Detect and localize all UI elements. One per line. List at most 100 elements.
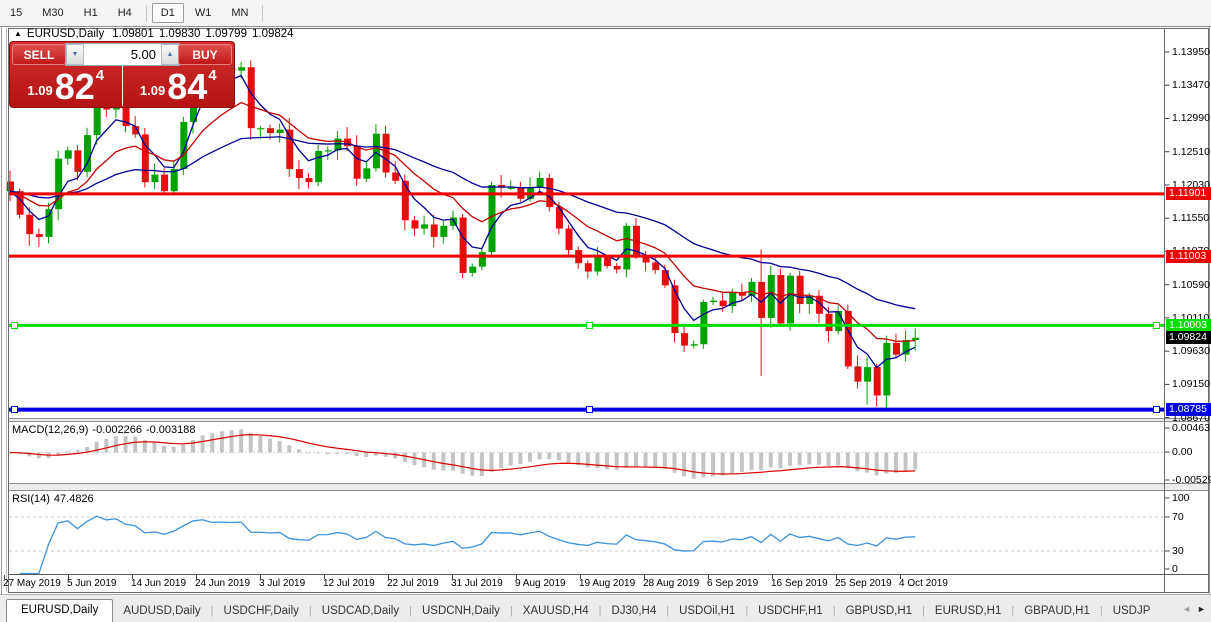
buy-price-pips: 4 (208, 67, 216, 84)
rsi-axis-label: 0 (1172, 563, 1178, 575)
chart-tab-eurusd-h1[interactable]: EURUSD,H1 (925, 600, 1011, 622)
chart-tab-dj30-h4[interactable]: DJ30,H4 (601, 600, 666, 622)
macd-indicator-label: MACD(12,26,9) -0.002266 -0.003188 (12, 424, 200, 436)
quote-close: 1.09824 (252, 28, 294, 40)
chart-tab-bar: EURUSD,DailyAUDUSD,Daily|USDCHF,Daily|US… (0, 594, 1211, 622)
price-axis-label: 1.09150 (1172, 378, 1210, 390)
date-axis-label: 19 Aug 2019 (579, 578, 635, 589)
chart-tab-audusd-daily[interactable]: AUDUSD,Daily (113, 600, 210, 622)
chart-tab-eurusd-daily[interactable]: EURUSD,Daily (6, 599, 113, 622)
rsi-indicator-label: RSI(14) 47.4826 (12, 493, 98, 505)
price-axis-label: 1.12510 (1172, 146, 1210, 158)
one-click-trading-panel: SELL ▼ 5.00 ▲ BUY 1.09824 1.09844 (9, 41, 235, 108)
date-axis-label: 9 Aug 2019 (515, 578, 566, 589)
timeframe-button-mn[interactable]: MN (222, 3, 257, 23)
current-price-tag: 1.09824 (1166, 331, 1211, 344)
buy-button[interactable]: BUY (178, 44, 232, 65)
date-axis-label: 6 Sep 2019 (707, 578, 758, 589)
macd-axis-label: -0.005299 (1172, 474, 1211, 486)
tab-scroll-left-icon[interactable]: ◄ (1182, 604, 1191, 614)
chart-tab-usdjp[interactable]: USDJP (1103, 600, 1161, 622)
date-axis-label: 12 Jul 2019 (323, 578, 375, 589)
chart-tab-usdcnh-daily[interactable]: USDCNH,Daily (412, 600, 510, 622)
toolbar-separator (262, 5, 263, 22)
rsi-axis-label: 70 (1172, 511, 1184, 523)
volume-increase-button[interactable]: ▲ (161, 44, 179, 65)
quote-low: 1.09799 (205, 28, 247, 40)
quote-high: 1.09830 (159, 28, 201, 40)
price-axis-label: 1.13470 (1172, 79, 1210, 91)
quote-open: 1.09801 (112, 28, 154, 40)
date-axis-label: 16 Sep 2019 (771, 578, 828, 589)
hline-handle[interactable] (1153, 406, 1160, 413)
rsi-title: RSI(14) (12, 493, 50, 505)
timeframe-button-m30[interactable]: M30 (33, 3, 72, 23)
chart-tab-usdchf-h1[interactable]: USDCHF,H1 (748, 600, 833, 622)
price-axis-label: 1.12990 (1172, 112, 1210, 124)
rsi-axis-label: 100 (1172, 492, 1190, 504)
chart-ohlc-header: ▲ EURUSD,Daily 1.09801 1.09830 1.09799 1.0982… (14, 28, 294, 40)
timeframe-button-h1[interactable]: H1 (75, 3, 107, 23)
timeframe-button-h4[interactable]: H4 (109, 3, 141, 23)
chart-symbol-period: EURUSD,Daily (27, 28, 104, 40)
price-line-tag[interactable]: 1.10003 (1166, 319, 1211, 332)
tab-scroll-buttons: ◄ ► (1177, 595, 1211, 622)
volume-decrease-button[interactable]: ▼ (66, 44, 84, 65)
date-axis-label: 3 Jul 2019 (259, 578, 305, 589)
price-axis-label: 1.09630 (1172, 345, 1210, 357)
trade-price-row: 1.09824 1.09844 (10, 65, 234, 106)
date-axis-label: 5 Jun 2019 (67, 578, 117, 589)
rsi-value: 47.4826 (54, 493, 94, 505)
date-axis-label: 31 Jul 2019 (451, 578, 503, 589)
chart-tab-usdchf-daily[interactable]: USDCHF,Daily (214, 600, 309, 622)
sell-price-prefix: 1.09 (27, 83, 52, 98)
sell-button[interactable]: SELL (12, 44, 66, 65)
rsi-axis-label: 30 (1172, 545, 1184, 557)
hline-handle[interactable] (586, 322, 593, 329)
date-axis-label: 25 Sep 2019 (835, 578, 892, 589)
macd-axis-label: 0.00463 (1172, 422, 1210, 434)
macd-title: MACD(12,26,9) (12, 424, 88, 436)
chart-tab-usdoil-h1[interactable]: USDOil,H1 (669, 600, 745, 622)
sell-price-pips: 4 (96, 67, 104, 84)
volume-input[interactable]: 5.00 (84, 44, 161, 65)
date-axis-label: 22 Jul 2019 (387, 578, 439, 589)
chart-tab-xauusd-h4[interactable]: XAUUSD,H4 (513, 600, 599, 622)
sell-price-big: 82 (55, 71, 95, 103)
buy-price-prefix: 1.09 (140, 83, 165, 98)
hline-handle[interactable] (11, 322, 18, 329)
date-axis-label: 24 Jun 2019 (195, 578, 250, 589)
triangle-up-icon: ▲ (167, 51, 174, 58)
timeframe-button-d1[interactable]: D1 (152, 3, 184, 23)
tab-scroll-right-icon[interactable]: ► (1197, 604, 1206, 614)
symbol-marker-icon: ▲ (14, 29, 22, 38)
buy-price-big: 84 (167, 71, 207, 103)
price-line-tag[interactable]: 1.11003 (1166, 250, 1211, 263)
macd-main-value: -0.002266 (92, 424, 142, 436)
price-axis-label: 1.10590 (1172, 279, 1210, 291)
triangle-down-icon: ▼ (72, 51, 79, 58)
hline-handle[interactable] (1153, 322, 1160, 329)
hline-handle[interactable] (11, 406, 18, 413)
date-axis-label: 4 Oct 2019 (899, 578, 948, 589)
toolbar-separator (146, 5, 147, 22)
buy-price-display[interactable]: 1.09844 (123, 65, 235, 106)
macd-signal-value: -0.003188 (146, 424, 196, 436)
date-axis-label: 14 Jun 2019 (131, 578, 186, 589)
macd-axis-label: 0.00 (1172, 446, 1192, 458)
date-axis-label: 28 Aug 2019 (643, 578, 699, 589)
price-line-tag[interactable]: 1.08785 (1166, 403, 1211, 416)
price-axis-label: 1.13950 (1172, 46, 1210, 58)
timeframe-button-w1[interactable]: W1 (186, 3, 221, 23)
hline-handle[interactable] (586, 406, 593, 413)
mt4-window: 15M30H1H4 D1W1MN ▲ EURUSD,Daily 1.09801 1.09… (0, 0, 1211, 622)
date-axis-label: 27 May 2019 (3, 578, 61, 589)
chart-tab-gbpaud-h1[interactable]: GBPAUD,H1 (1014, 600, 1100, 622)
volume-spinner: ▼ 5.00 ▲ (65, 43, 180, 66)
chart-tab-gbpusd-h1[interactable]: GBPUSD,H1 (836, 600, 922, 622)
chart-tab-usdcad-daily[interactable]: USDCAD,Daily (312, 600, 409, 622)
price-line-tag[interactable]: 1.11901 (1166, 187, 1211, 200)
timeframe-button-15[interactable]: 15 (1, 3, 31, 23)
sell-price-display[interactable]: 1.09824 (10, 65, 123, 106)
timeframe-toolbar: 15M30H1H4 D1W1MN (0, 0, 1211, 27)
